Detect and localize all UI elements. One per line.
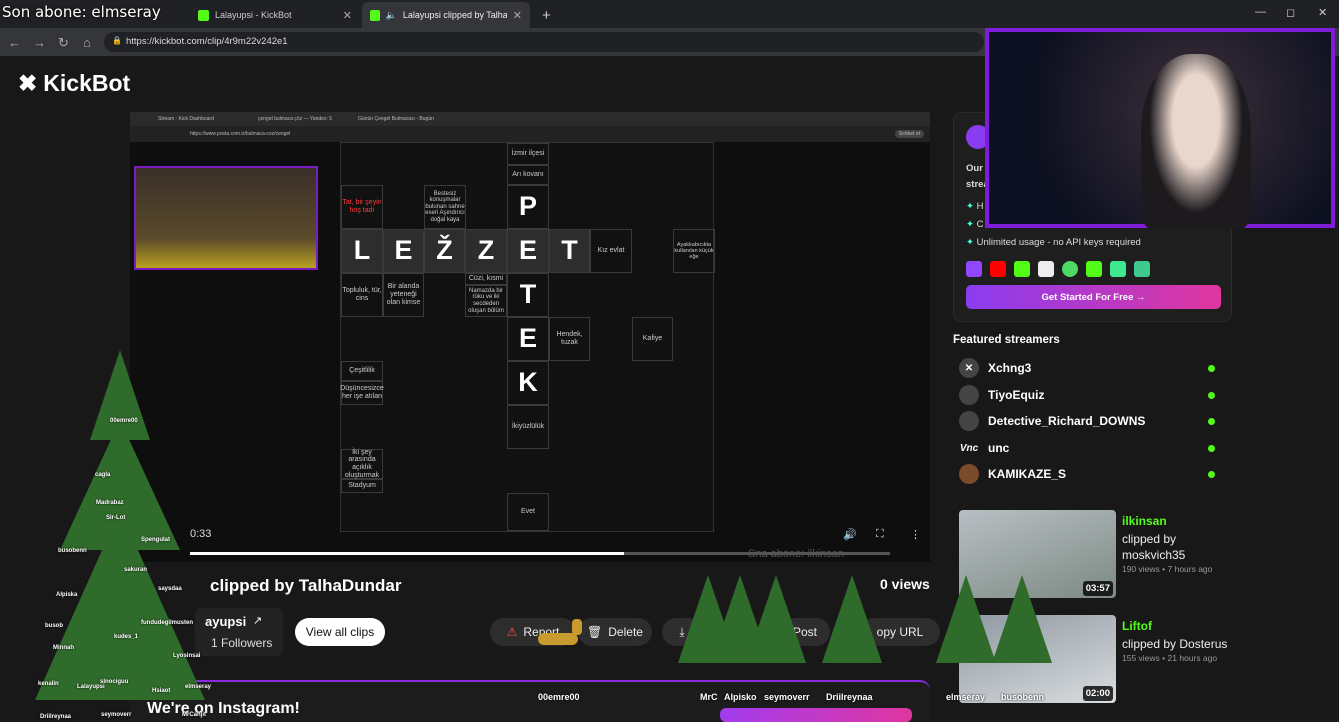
sparkle-icon: ✦: [966, 237, 974, 248]
clip-video-player[interactable]: Stream - Kick Dashboard çengel bulmaca ç…: [130, 112, 930, 562]
kick-icon[interactable]: [1014, 261, 1030, 277]
fullscreen-icon[interactable]: ⛶: [876, 528, 884, 541]
minimize-icon[interactable]: —: [1255, 6, 1266, 18]
clip-views: 0 views: [880, 576, 930, 592]
tree-icon: [822, 575, 882, 663]
avatar: ✕: [959, 358, 979, 378]
avatar: Vnc: [959, 442, 979, 454]
inner-webcam: [134, 166, 318, 270]
avatar: [959, 411, 979, 431]
live-indicator: [1208, 365, 1215, 372]
streamer-info[interactable]: ayupsi ↗ 1 Followers: [195, 608, 283, 656]
streamer-webcam-overlay: [985, 28, 1335, 229]
browser-tab-clip[interactable]: 🔈 Lalayupsi clipped by TalhaDur ✕: [362, 2, 530, 28]
video-progress-fill: [190, 552, 624, 555]
lock-icon: 🔒: [112, 36, 122, 45]
tiktok-icon[interactable]: [1038, 261, 1054, 277]
tree-icon: [746, 575, 806, 663]
external-link-icon[interactable]: ↗: [253, 614, 262, 627]
browser-tab-kickbot[interactable]: Lalayupsi - KickBot ✕: [190, 2, 360, 28]
reindeer-icon: [530, 615, 590, 655]
featured-streamer[interactable]: Vnc unc: [959, 438, 1010, 458]
video-controls: 0:33 🔊 ⛶ ⋮ Sna abone: ilkinsan: [190, 528, 921, 560]
live-indicator: [1208, 471, 1215, 478]
twitch-icon[interactable]: [966, 261, 982, 277]
speaker-icon: 🔈: [385, 9, 397, 20]
close-tab-icon[interactable]: ✕: [513, 9, 522, 22]
volume-icon[interactable]: 🔊: [843, 528, 857, 541]
close-tab-icon[interactable]: ✕: [343, 9, 352, 22]
streamer-face: [1141, 54, 1251, 229]
maximize-icon[interactable]: ◻: [1286, 6, 1295, 19]
featured-streamer[interactable]: TiyoEquiz: [959, 385, 1044, 405]
tree-icon: [936, 575, 996, 663]
forward-icon[interactable]: →: [33, 35, 46, 50]
sparkle-icon: ✦: [966, 219, 974, 230]
clip-title: clipped by TalhaDundar: [210, 576, 402, 595]
tree-icon: [992, 575, 1052, 663]
live-indicator: [1208, 418, 1215, 425]
featured-streamer[interactable]: KAMIKAZE_S: [959, 464, 1066, 484]
kickbot-favicon-icon: [370, 9, 380, 21]
inner-browser-tabs: Stream - Kick Dashboard çengel bulmaca ç…: [130, 112, 930, 126]
stream-overlay-last-sub: Son abone: elmseray: [2, 3, 161, 21]
new-tab-button[interactable]: +: [534, 2, 554, 28]
avatar: [959, 385, 979, 405]
avatar: [959, 464, 979, 484]
crossword-grid: İzmir ilçesi Arı kovanı Tat, bir şeyin h…: [340, 142, 715, 532]
back-icon[interactable]: ←: [8, 35, 21, 50]
sparkle-icon: ✦: [966, 201, 974, 212]
kickbot-logo-icon: ✖: [18, 70, 38, 96]
rumble-icon[interactable]: [1062, 261, 1078, 277]
link-icon[interactable]: [1086, 261, 1102, 277]
view-all-clips-button[interactable]: View all clips: [295, 618, 385, 646]
url-field[interactable]: 🔒 https://kickbot.com/clip/4r9m22v242e1: [104, 32, 984, 52]
featured-streamers-title: Featured streamers: [953, 334, 1060, 346]
live-indicator: [1208, 392, 1215, 399]
reload-icon[interactable]: ↻: [58, 35, 69, 51]
more-options-icon[interactable]: ⋮: [910, 528, 921, 541]
featured-streamer[interactable]: ✕ Xchng3: [959, 358, 1031, 378]
browser-tab-bar: Lalayupsi - KickBot ✕ 🔈 Lalayupsi clippe…: [0, 0, 1339, 28]
warning-icon: ⚠: [506, 625, 518, 639]
tree-icon: [35, 510, 205, 700]
kickbot-favicon-icon: [198, 9, 209, 21]
plugin-icon[interactable]: [1134, 261, 1150, 277]
inner-address-bar: https://www.posta.com.tr/bulmaca-coz/cen…: [130, 126, 930, 142]
bot-icon[interactable]: [1110, 261, 1126, 277]
site-logo[interactable]: ✖ KickBot: [18, 70, 130, 97]
youtube-icon[interactable]: [990, 261, 1006, 277]
get-started-button[interactable]: Get Started For Free →: [966, 285, 1221, 309]
instagram-banner[interactable]: We're on Instagram!: [130, 680, 930, 722]
home-icon[interactable]: ⌂: [83, 35, 91, 50]
live-indicator: [1208, 445, 1215, 452]
close-window-icon[interactable]: ✕: [1318, 6, 1327, 19]
featured-streamer[interactable]: Detective_Richard_DOWNS: [959, 411, 1145, 431]
